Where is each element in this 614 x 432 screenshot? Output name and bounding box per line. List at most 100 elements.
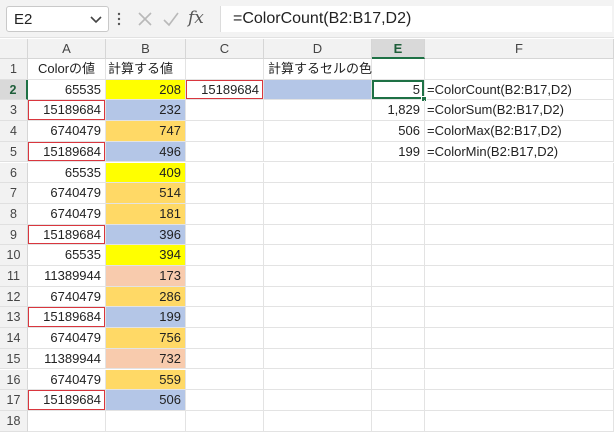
row-header-8[interactable]: 8 — [0, 203, 28, 225]
cell-e1[interactable] — [372, 59, 425, 80]
insert-function-button[interactable]: fx — [188, 8, 216, 30]
cell-e8[interactable] — [372, 203, 425, 225]
row-header-10[interactable]: 10 — [0, 245, 28, 266]
column-header-f[interactable]: F — [425, 39, 614, 59]
cell-b13[interactable]: 199 — [106, 307, 186, 329]
cell-e4[interactable]: 506 — [372, 121, 425, 142]
cell-a18[interactable] — [28, 410, 106, 432]
cell-a15[interactable]: 11389944 — [28, 348, 106, 370]
cell-f7[interactable] — [425, 183, 614, 204]
cell-d4[interactable] — [264, 121, 372, 142]
column-header-e[interactable]: E — [372, 39, 425, 59]
cell-a5[interactable]: 15189684 — [28, 141, 106, 163]
row-header-3[interactable]: 3 — [0, 100, 28, 122]
check-icon[interactable] — [160, 8, 182, 30]
cell-f18[interactable] — [425, 410, 614, 432]
row-header-6[interactable]: 6 — [0, 162, 28, 184]
cell-e6[interactable] — [372, 162, 425, 184]
cell-a3[interactable]: 15189684 — [28, 100, 106, 122]
cell-c8[interactable] — [186, 203, 264, 225]
cell-a8[interactable]: 6740479 — [28, 203, 106, 225]
cell-b4[interactable]: 747 — [106, 121, 186, 142]
cell-b18[interactable] — [106, 410, 186, 432]
column-header-b[interactable]: B — [106, 39, 186, 59]
cell-d11[interactable] — [264, 266, 372, 287]
formula-input[interactable]: =ColorCount(B2:B17,D2) — [220, 6, 612, 32]
cell-c16[interactable] — [186, 369, 264, 391]
cell-f10[interactable] — [425, 245, 614, 266]
cell-d16[interactable] — [264, 369, 372, 391]
row-header-14[interactable]: 14 — [0, 328, 28, 349]
cell-f15[interactable] — [425, 348, 614, 370]
cell-e7[interactable] — [372, 183, 425, 204]
cell-e2[interactable]: 5 — [372, 79, 425, 101]
cell-c7[interactable] — [186, 183, 264, 204]
cell-d12[interactable] — [264, 286, 372, 308]
row-header-4[interactable]: 4 — [0, 121, 28, 142]
row-header-7[interactable]: 7 — [0, 183, 28, 204]
cell-c3[interactable] — [186, 100, 264, 122]
row-header-2[interactable]: 2 — [0, 79, 28, 101]
name-box[interactable]: E2 — [6, 6, 109, 32]
cell-f11[interactable] — [425, 266, 614, 287]
cell-e11[interactable] — [372, 266, 425, 287]
cell-b3[interactable]: 232 — [106, 100, 186, 122]
cell-e16[interactable] — [372, 369, 425, 391]
cell-c14[interactable] — [186, 328, 264, 349]
cell-b10[interactable]: 394 — [106, 245, 186, 266]
cell-f8[interactable] — [425, 203, 614, 225]
row-header-13[interactable]: 13 — [0, 307, 28, 329]
cell-f14[interactable] — [425, 328, 614, 349]
cell-f2[interactable]: =ColorCount(B2:B17,D2) — [425, 79, 614, 101]
cancel-icon[interactable] — [134, 8, 156, 30]
cell-d9[interactable] — [264, 224, 372, 246]
column-header-a[interactable]: A — [28, 39, 106, 59]
cell-c10[interactable] — [186, 245, 264, 266]
cell-c9[interactable] — [186, 224, 264, 246]
column-header-d[interactable]: D — [264, 39, 372, 59]
cell-c18[interactable] — [186, 410, 264, 432]
cell-b14[interactable]: 756 — [106, 328, 186, 349]
cell-c6[interactable] — [186, 162, 264, 184]
cell-b1[interactable]: 計算する値 — [106, 59, 186, 80]
cell-d15[interactable] — [264, 348, 372, 370]
cell-f6[interactable] — [425, 162, 614, 184]
cell-d13[interactable] — [264, 307, 372, 329]
cell-d7[interactable] — [264, 183, 372, 204]
cell-e12[interactable] — [372, 286, 425, 308]
cell-c15[interactable] — [186, 348, 264, 370]
row-header-18[interactable]: 18 — [0, 410, 28, 432]
cell-a4[interactable]: 6740479 — [28, 121, 106, 142]
row-header-9[interactable]: 9 — [0, 224, 28, 246]
row-header-1[interactable]: 1 — [0, 59, 28, 80]
cell-b11[interactable]: 173 — [106, 266, 186, 287]
cell-e5[interactable]: 199 — [372, 141, 425, 163]
cell-a9[interactable]: 15189684 — [28, 224, 106, 246]
cell-e10[interactable] — [372, 245, 425, 266]
cell-a12[interactable]: 6740479 — [28, 286, 106, 308]
cell-f1[interactable] — [425, 59, 614, 80]
cell-f16[interactable] — [425, 369, 614, 391]
cell-e3[interactable]: 1,829 — [372, 100, 425, 122]
cell-e18[interactable] — [372, 410, 425, 432]
cell-a7[interactable]: 6740479 — [28, 183, 106, 204]
cell-e15[interactable] — [372, 348, 425, 370]
cell-e14[interactable] — [372, 328, 425, 349]
cell-a13[interactable]: 15189684 — [28, 307, 106, 329]
cell-c13[interactable] — [186, 307, 264, 329]
cell-c11[interactable] — [186, 266, 264, 287]
column-header-c[interactable]: C — [186, 39, 264, 59]
cell-d18[interactable] — [264, 410, 372, 432]
select-all-corner[interactable] — [0, 39, 28, 59]
cell-d2[interactable] — [264, 79, 372, 101]
row-header-5[interactable]: 5 — [0, 141, 28, 163]
cell-f12[interactable] — [425, 286, 614, 308]
cell-f9[interactable] — [425, 224, 614, 246]
cell-e9[interactable] — [372, 224, 425, 246]
cell-f3[interactable]: =ColorSum(B2:B17,D2) — [425, 100, 614, 122]
cell-f13[interactable] — [425, 307, 614, 329]
cell-d3[interactable] — [264, 100, 372, 122]
cell-b5[interactable]: 496 — [106, 141, 186, 163]
cell-d6[interactable] — [264, 162, 372, 184]
cell-a14[interactable]: 6740479 — [28, 328, 106, 349]
